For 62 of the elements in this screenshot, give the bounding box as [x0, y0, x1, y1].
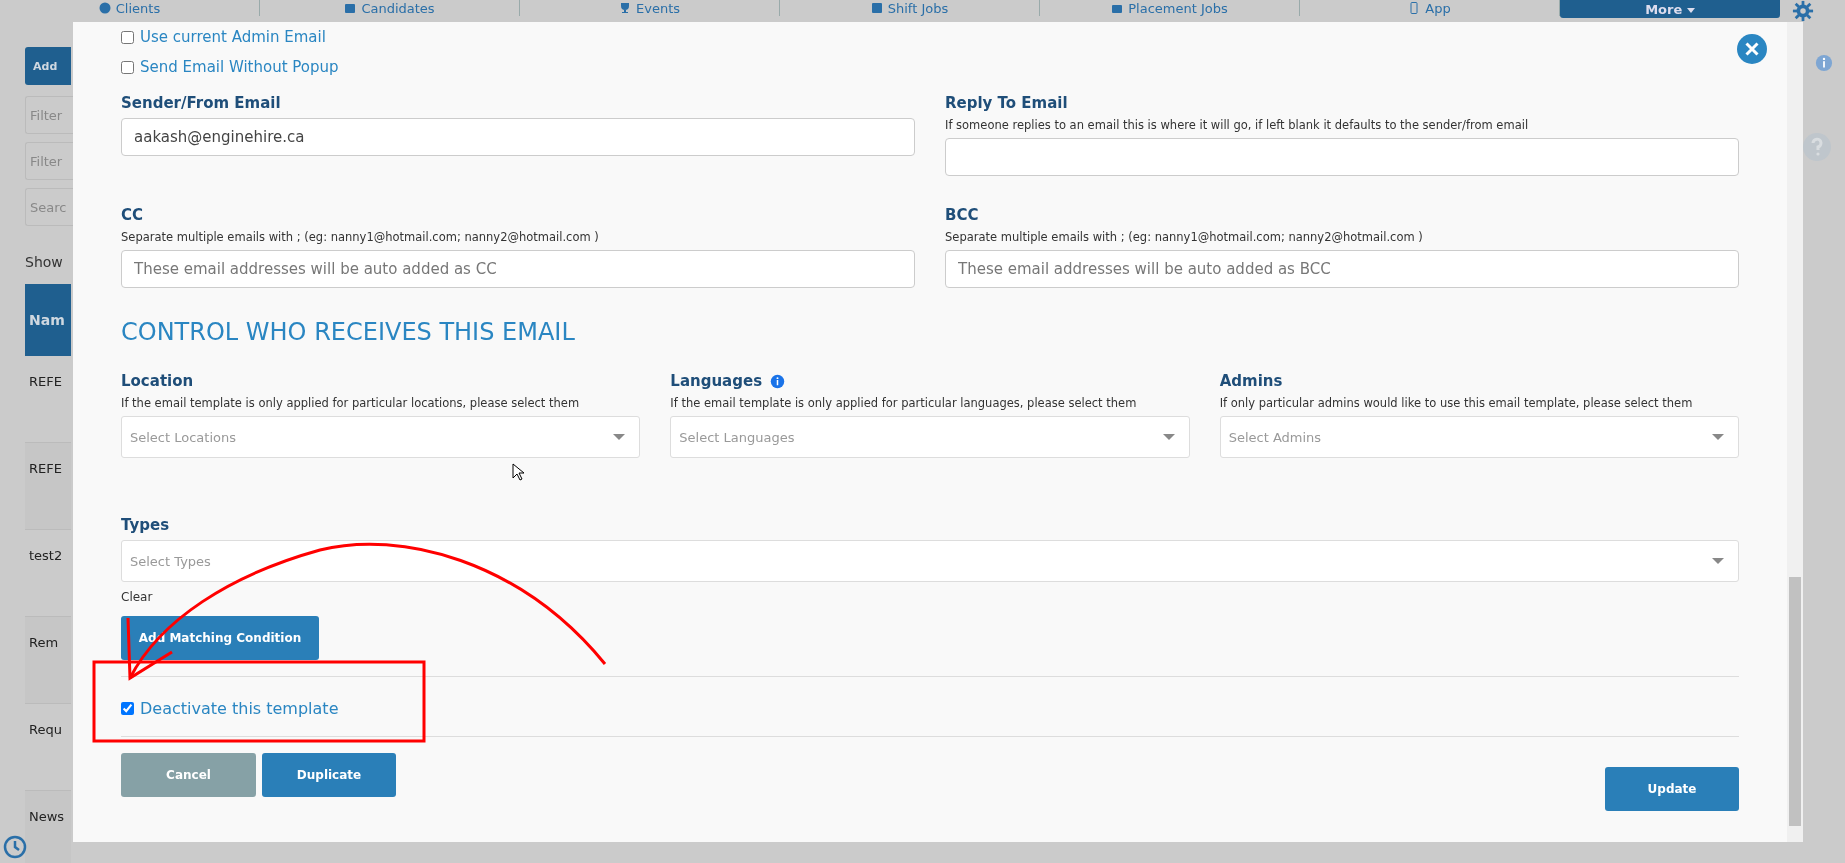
table-cell: REFE: [25, 443, 71, 530]
select-dropdown[interactable]: Select Languages: [670, 416, 1190, 458]
table-header: Nam: [25, 284, 71, 356]
filter-field[interactable]: Filter: [25, 142, 73, 180]
checkbox-label[interactable]: Use current Admin Email: [140, 28, 326, 46]
info-icon[interactable]: [1815, 54, 1833, 72]
help-text: If only particular admins would like to use this email template, please select them: [1219, 396, 1694, 410]
cancel-button[interactable]: Cancel: [121, 753, 256, 797]
email-field[interactable]: These email addresses will be auto added as BCC: [945, 250, 1739, 288]
nav-tab[interactable]: Candidates: [260, 0, 520, 16]
table-cell: Rem: [25, 617, 71, 704]
nav-tab[interactable]: Placement Jobs: [1040, 0, 1300, 16]
duplicate-button[interactable]: Duplicate: [262, 753, 396, 797]
trophy-icon: [619, 2, 631, 14]
field-label: Admins: [1219, 372, 1283, 390]
checkbox[interactable]: [121, 702, 134, 715]
field-label: BCC: [945, 206, 980, 224]
add-button[interactable]: Add: [25, 47, 71, 85]
info-icon[interactable]: [770, 373, 786, 389]
show-label: Show: [25, 254, 64, 270]
help-text: Separate multiple emails with ; (eg: nanny1@hotmail.com; nanny2@hotmail.com ): [121, 230, 600, 244]
caret-icon: [1686, 7, 1695, 13]
nav-tab[interactable]: Shift Jobs: [780, 0, 1040, 16]
more-menu-button[interactable]: More: [1560, 0, 1780, 18]
settings-icon[interactable]: [1792, 0, 1814, 22]
filter-field[interactable]: Searc: [25, 188, 73, 226]
checkbox-label[interactable]: Send Email Without Popup: [140, 58, 339, 76]
help-text: If the email template is only applied for particular languages, please select them: [670, 396, 1138, 410]
help-text: Separate multiple emails with ; (eg: nanny1@hotmail.com; nanny2@hotmail.com ): [945, 230, 1424, 244]
nav-tab[interactable]: Events: [520, 0, 780, 16]
field-label: Location: [121, 372, 194, 390]
field-label: Reply To Email: [945, 94, 1069, 112]
phone-icon: [1408, 2, 1421, 14]
nav-tab[interactable]: Clients: [0, 0, 260, 16]
caret-icon: [613, 434, 626, 440]
checkbox[interactable]: [121, 60, 134, 74]
reply-to-field[interactable]: [945, 138, 1739, 176]
update-button[interactable]: Update: [1605, 767, 1739, 811]
sender-email-field[interactable]: aakash@enginehire.ca: [121, 118, 915, 156]
select-dropdown[interactable]: Select Locations: [121, 416, 641, 458]
scrollbar[interactable]: [1787, 22, 1803, 842]
close-button[interactable]: [1737, 34, 1767, 64]
filter-field[interactable]: Filter: [25, 96, 73, 134]
checkbox[interactable]: [121, 30, 134, 44]
select-dropdown[interactable]: Select Admins: [1219, 416, 1739, 458]
checkbox-label[interactable]: Deactivate this template: [140, 699, 339, 718]
cursor-icon: [512, 463, 524, 481]
clock-icon[interactable]: [3, 835, 27, 859]
help-text: If someone replies to an email this is where it will go, if left blank it defaults to the sender/from email: [945, 118, 1530, 132]
select-dropdown[interactable]: Select Types: [121, 540, 1739, 582]
field-label: Types: [121, 516, 170, 534]
field-label: Sender/From Email: [121, 94, 282, 112]
field-label: CC: [121, 206, 145, 224]
email-field[interactable]: These email addresses will be auto added as CC: [121, 250, 915, 288]
clear-link[interactable]: Clear: [121, 590, 153, 604]
field-label: Languages: [670, 372, 763, 390]
table-cell: News: [25, 791, 71, 863]
help-text: If the email template is only applied for particular locations, please select them: [121, 396, 581, 410]
caret-icon: [1162, 434, 1175, 440]
caret-icon: [1712, 558, 1724, 564]
section-title: CONTROL WHO RECEIVES THIS EMAIL: [121, 318, 576, 346]
caret-icon: [1712, 434, 1724, 440]
